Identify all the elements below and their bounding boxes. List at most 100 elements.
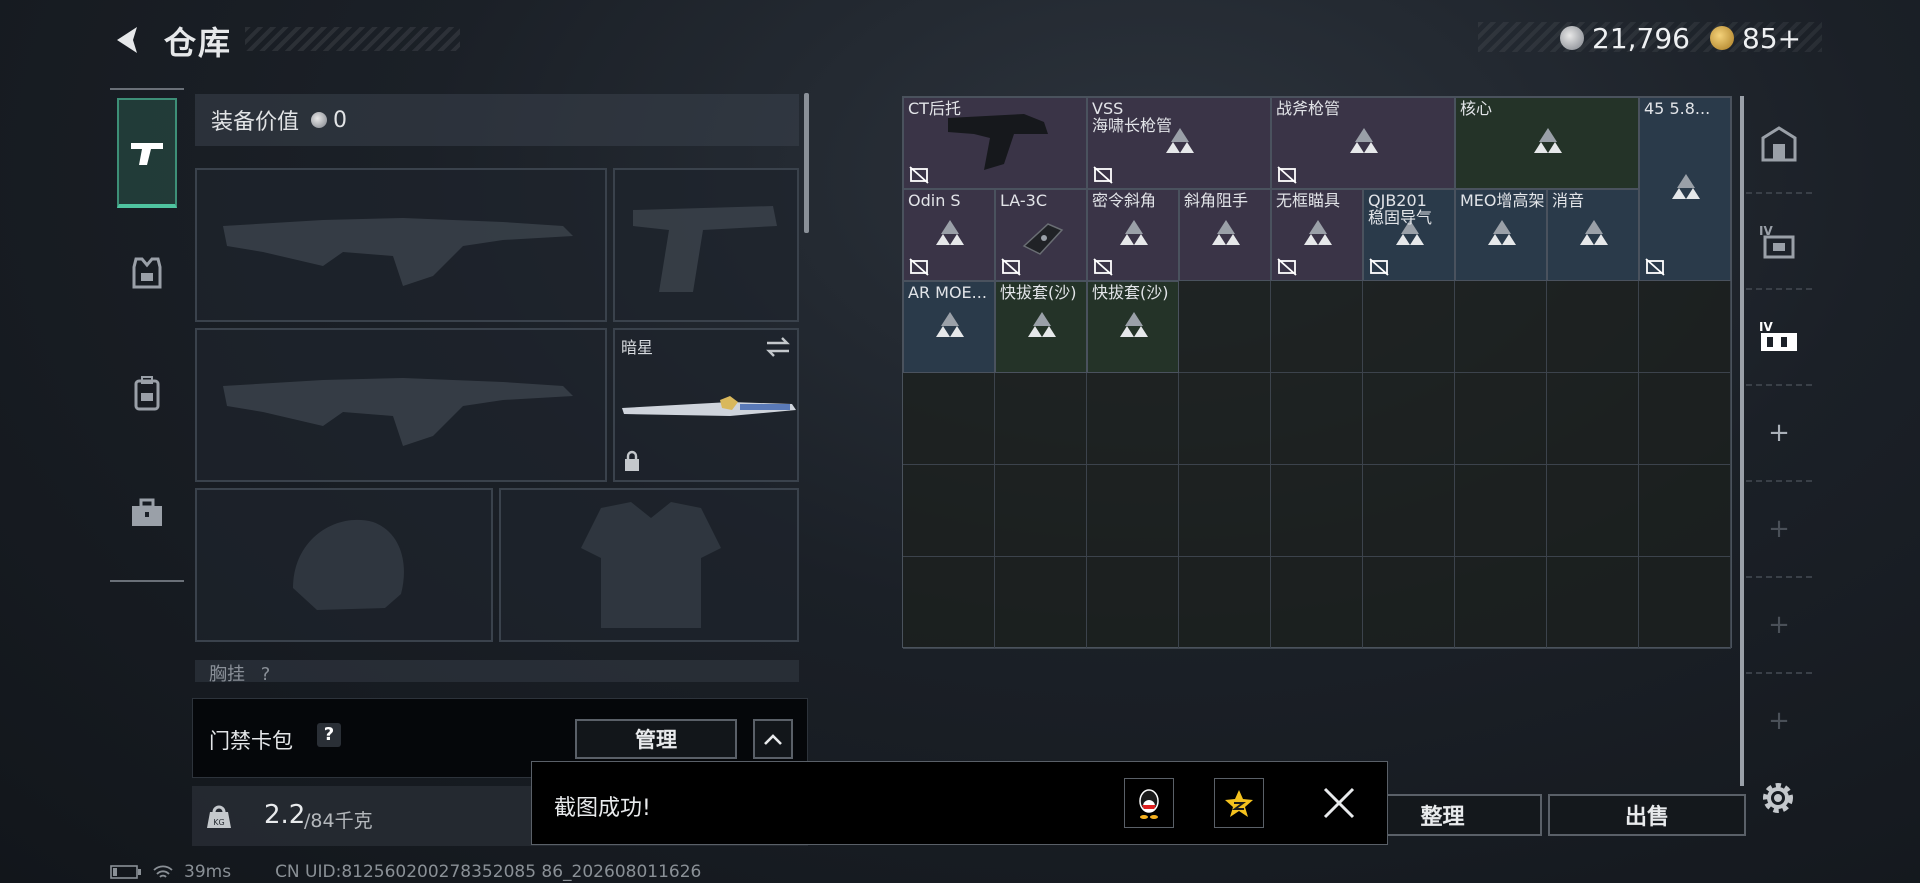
grid-cell[interactable] xyxy=(903,465,995,557)
inventory-item[interactable]: VSS 海啸长枪管 xyxy=(1087,97,1271,189)
grid-cell[interactable] xyxy=(1547,465,1639,557)
grid-cell[interactable] xyxy=(1271,373,1363,465)
grid-cell[interactable] xyxy=(1087,557,1179,649)
inventory-item[interactable]: 核心 xyxy=(1455,97,1639,189)
grid-cell[interactable] xyxy=(1087,373,1179,465)
grid-cell[interactable] xyxy=(1363,557,1455,649)
nav-briefcase[interactable] xyxy=(117,458,177,568)
grid-cell[interactable] xyxy=(1455,281,1547,373)
back-button[interactable] xyxy=(108,20,148,60)
grid-cell[interactable] xyxy=(995,557,1087,649)
svg-text:KG: KG xyxy=(213,818,224,827)
grid-cell[interactable] xyxy=(903,373,995,465)
share-qq-button[interactable] xyxy=(1124,778,1174,828)
grid-cell[interactable] xyxy=(1547,281,1639,373)
armor-silhouette-icon xyxy=(581,502,721,628)
card-pack-help-icon[interactable]: ? xyxy=(317,723,341,747)
grid-cell[interactable] xyxy=(903,557,995,649)
grid-cell[interactable] xyxy=(1179,281,1271,373)
inventory-item[interactable]: CT后托 xyxy=(903,97,1087,189)
grid-cell[interactable] xyxy=(1271,557,1363,649)
inventory-item[interactable]: LA-3C xyxy=(995,189,1087,281)
add-container-button-1[interactable]: + xyxy=(1746,384,1812,480)
primary-weapon-slot-1[interactable] xyxy=(195,168,607,322)
inventory-item[interactable]: 快拔套(沙) xyxy=(1087,281,1179,373)
toast-close-button[interactable] xyxy=(1322,786,1356,824)
currency-gold[interactable]: 85+ xyxy=(1710,22,1801,55)
inventory-item-label: 快拔套(沙) xyxy=(1000,284,1077,301)
pistol-slot[interactable] xyxy=(613,168,799,322)
briefcase-icon xyxy=(132,498,162,526)
inventory-item[interactable]: 战斧枪管 xyxy=(1271,97,1455,189)
grid-cell[interactable] xyxy=(1639,557,1731,649)
svg-text:IV: IV xyxy=(1759,320,1773,334)
grid-cell[interactable] xyxy=(1271,281,1363,373)
manage-button[interactable]: 管理 xyxy=(575,719,737,759)
inventory-scrollbar[interactable] xyxy=(1740,96,1744,786)
inventory-item[interactable]: 无框瞄具 xyxy=(1271,189,1363,281)
nav-vest[interactable] xyxy=(117,218,177,328)
grid-cell[interactable] xyxy=(1271,465,1363,557)
inventory-item[interactable]: Odin S xyxy=(903,189,995,281)
placeholder-triangle-icon xyxy=(1488,220,1516,245)
add-container-button-3[interactable]: + xyxy=(1746,576,1812,672)
grid-cell[interactable] xyxy=(1179,465,1271,557)
inventory-item-label: LA-3C xyxy=(1000,192,1047,209)
primary-weapon-slot-2[interactable] xyxy=(195,328,607,482)
container-iv-backpack[interactable]: IV xyxy=(1746,192,1812,288)
grid-cell[interactable] xyxy=(995,373,1087,465)
gear-icon xyxy=(1763,783,1793,813)
grid-cell[interactable] xyxy=(1639,465,1731,557)
grid-cell[interactable] xyxy=(1179,373,1271,465)
container-safebox[interactable] xyxy=(1746,96,1812,192)
settings-button[interactable] xyxy=(1758,778,1798,822)
chest-rig-row[interactable]: 胸挂 ? xyxy=(195,660,799,682)
inventory-item[interactable]: MEO增高架 xyxy=(1455,189,1547,281)
grid-cell[interactable] xyxy=(1087,465,1179,557)
nav-backpack[interactable] xyxy=(117,338,177,448)
inventory-item[interactable]: 斜角阻手 xyxy=(1179,189,1271,281)
placeholder-triangle-icon xyxy=(1580,220,1608,245)
grid-cell[interactable] xyxy=(995,465,1087,557)
armor-slot[interactable] xyxy=(499,488,799,642)
swap-icon[interactable] xyxy=(765,336,791,358)
grid-cell[interactable] xyxy=(1455,373,1547,465)
weight-current: 2.2 xyxy=(264,800,306,830)
inventory-item[interactable]: 密令斜角 xyxy=(1087,189,1179,281)
chest-rig-hint: ? xyxy=(260,664,271,682)
melee-slot[interactable]: 暗星 xyxy=(613,328,799,482)
sell-button[interactable]: 出售 xyxy=(1548,794,1746,836)
inventory-item-label: CT后托 xyxy=(908,100,961,117)
chest-rig-label: 胸挂 xyxy=(209,664,245,682)
grid-cell[interactable] xyxy=(1547,373,1639,465)
grid-cell[interactable] xyxy=(1455,465,1547,557)
nav-weapons[interactable] xyxy=(117,98,177,208)
no-image-icon xyxy=(909,166,929,184)
add-container-button-4[interactable]: + xyxy=(1746,672,1812,768)
grid-cell[interactable] xyxy=(1639,373,1731,465)
inventory-grid: CT后托 VSS 海啸长枪管 战斧枪管 核心 45 5.8... Odin S LA-3C 密… xyxy=(902,96,1732,649)
grid-cell[interactable] xyxy=(1455,557,1547,649)
expand-button[interactable] xyxy=(753,719,793,759)
inventory-item[interactable]: QJB201 稳固导气 xyxy=(1363,189,1455,281)
inventory-item[interactable]: 消音 xyxy=(1547,189,1639,281)
helmet-slot[interactable] xyxy=(195,488,493,642)
placeholder-triangle-icon xyxy=(1212,220,1240,245)
inventory-item[interactable]: AR MOE... xyxy=(903,281,995,373)
grid-cell[interactable] xyxy=(1179,557,1271,649)
grid-cell[interactable] xyxy=(1639,281,1731,373)
inventory-item[interactable]: 45 5.8... xyxy=(1639,97,1731,281)
container-iv-vest[interactable]: IV xyxy=(1746,288,1812,384)
share-qzone-button[interactable] xyxy=(1214,778,1264,828)
grid-cell[interactable] xyxy=(1547,557,1639,649)
inventory-item[interactable]: 快拔套(沙) xyxy=(995,281,1087,373)
grid-cell[interactable] xyxy=(1363,373,1455,465)
add-container-button-2[interactable]: + xyxy=(1746,480,1812,576)
placeholder-triangle-icon xyxy=(1350,128,1378,153)
placeholder-triangle-icon xyxy=(1534,128,1562,153)
grid-cell[interactable] xyxy=(1363,281,1455,373)
placeholder-triangle-icon xyxy=(936,312,964,337)
equipment-scrollbar[interactable] xyxy=(804,93,809,233)
grid-cell[interactable] xyxy=(1363,465,1455,557)
inventory-item-label: 无框瞄具 xyxy=(1276,192,1341,209)
